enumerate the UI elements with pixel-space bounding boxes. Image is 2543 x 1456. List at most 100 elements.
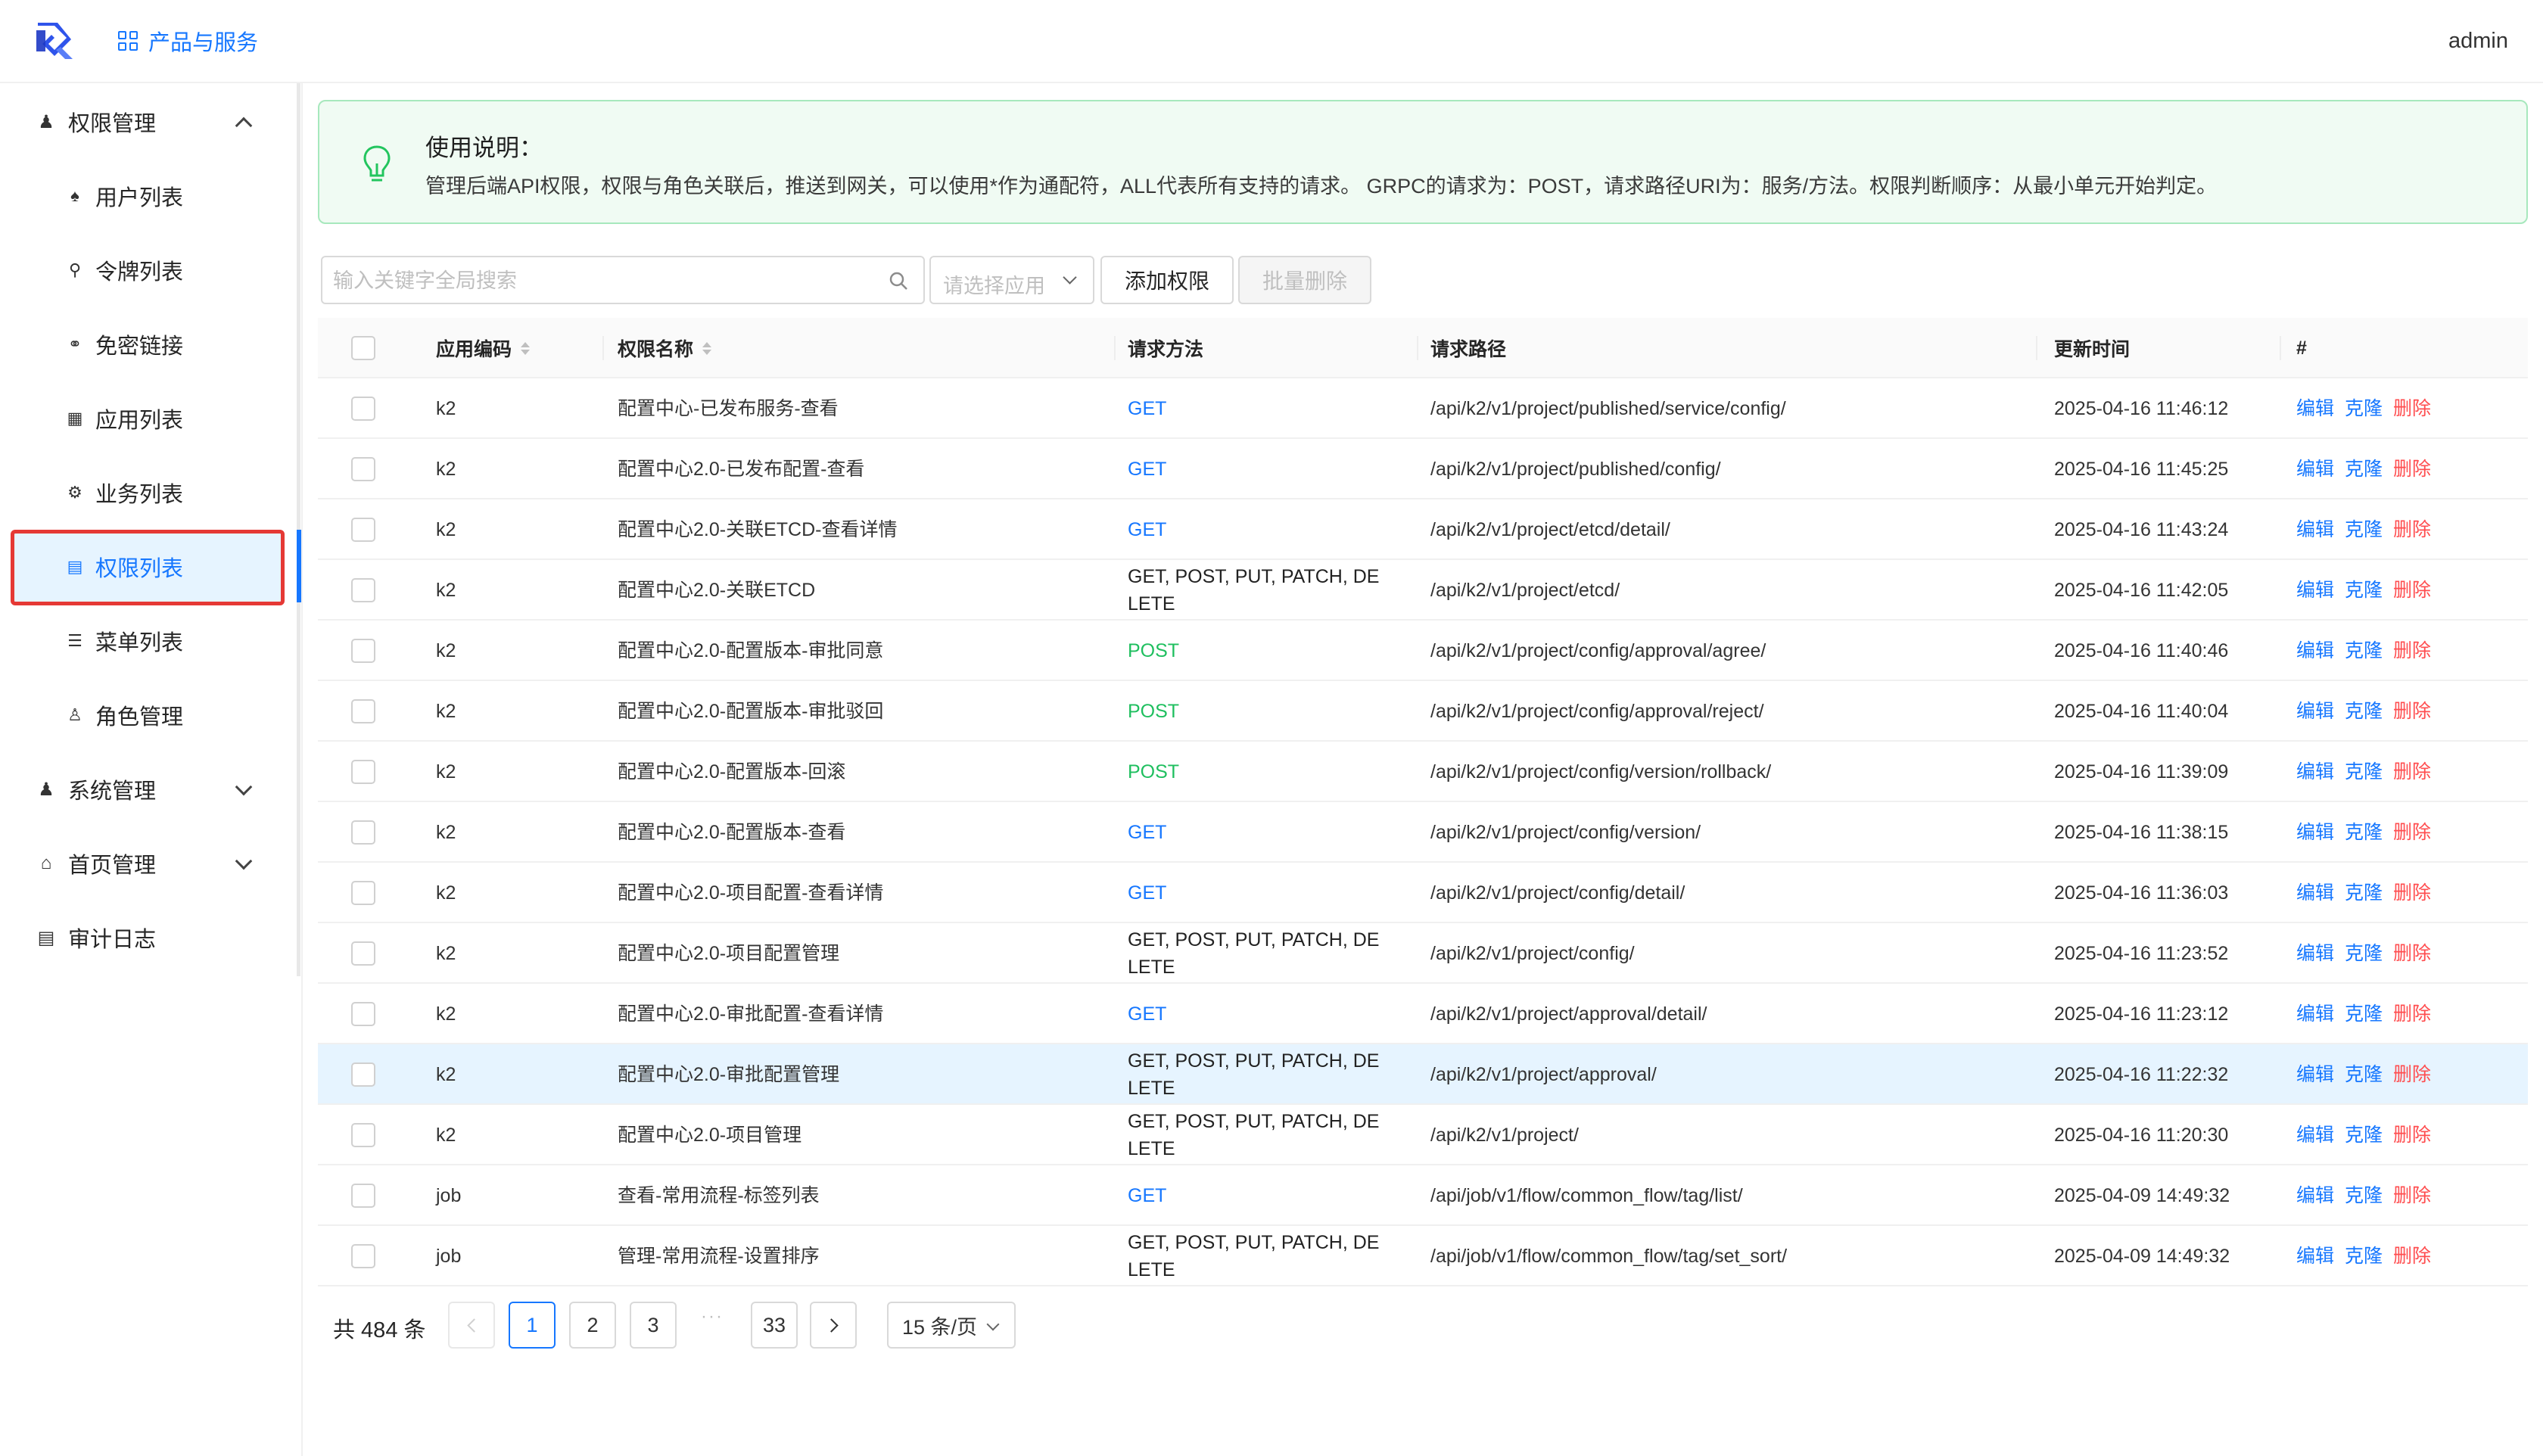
delete-link[interactable]: 删除 (2393, 879, 2431, 907)
clone-link[interactable]: 克隆 (2345, 1243, 2383, 1270)
table-row[interactable]: k2 配置中心2.0-审批配置-查看详情 GET/api/k2/v1/project… (318, 984, 2528, 1044)
clone-link[interactable]: 克隆 (2345, 758, 2383, 786)
row-checkbox[interactable] (351, 578, 375, 602)
row-checkbox[interactable] (351, 397, 375, 421)
clone-link[interactable]: 克隆 (2345, 819, 2383, 846)
row-checkbox[interactable] (351, 941, 375, 966)
table-row[interactable]: k2 配置中心2.0-配置版本-回滚 POST/api/k2/v1/project/… (318, 742, 2528, 802)
table-row[interactable]: k2 配置中心2.0-配置版本-查看 GET/api/k2/v1/project/c… (318, 802, 2528, 863)
table-row[interactable]: k2 配置中心2.0-配置版本-审批驳回 POST/api/k2/v1/projec… (318, 681, 2528, 742)
table-row[interactable]: k2 配置中心2.0-项目配置-查看详情 GET/api/k2/v1/project… (318, 863, 2528, 923)
edit-link[interactable]: 编辑 (2296, 1122, 2334, 1149)
clone-link[interactable]: 克隆 (2345, 1061, 2383, 1088)
delete-link[interactable]: 删除 (2393, 758, 2431, 786)
table-row[interactable]: k2 配置中心2.0-关联ETCD GET, POST, PUT, PATCH, D… (318, 560, 2528, 621)
sidebar-item-menus[interactable]: ☰ 菜单列表 (0, 604, 303, 678)
edit-link[interactable]: 编辑 (2296, 940, 2334, 967)
row-checkbox[interactable] (351, 760, 375, 784)
delete-link[interactable]: 删除 (2393, 698, 2431, 725)
column-app-code[interactable]: 应用编码 (436, 318, 531, 378)
edit-link[interactable]: 编辑 (2296, 819, 2334, 846)
bulk-delete-button[interactable]: 批量删除 (1238, 256, 1371, 304)
user-menu[interactable]: admin (2448, 29, 2508, 54)
edit-link[interactable]: 编辑 (2296, 698, 2334, 725)
page-3-button[interactable]: 3 (630, 1302, 677, 1349)
clone-link[interactable]: 克隆 (2345, 577, 2383, 604)
table-row[interactable]: job 查看-常用流程-标签列表 GET/api/job/v1/flow/commo… (318, 1165, 2528, 1226)
edit-link[interactable]: 编辑 (2296, 577, 2334, 604)
clone-link[interactable]: 克隆 (2345, 456, 2383, 483)
clone-link[interactable]: 克隆 (2345, 1122, 2383, 1149)
sidebar-item-tokens[interactable]: ⚲ 令牌列表 (0, 233, 303, 307)
row-checkbox[interactable] (351, 820, 375, 845)
clone-link[interactable]: 克隆 (2345, 516, 2383, 543)
clone-link[interactable]: 克隆 (2345, 698, 2383, 725)
row-checkbox[interactable] (351, 1244, 375, 1268)
next-page-button[interactable] (810, 1302, 857, 1349)
delete-link[interactable]: 删除 (2393, 577, 2431, 604)
sidebar-item-permissions[interactable]: ▤ 权限列表 (0, 530, 303, 604)
row-checkbox[interactable] (351, 457, 375, 481)
delete-link[interactable]: 删除 (2393, 456, 2431, 483)
page-ellipsis[interactable]: ··· (701, 1306, 724, 1327)
delete-link[interactable]: 删除 (2393, 1122, 2431, 1149)
table-row[interactable]: job 管理-常用流程-设置排序 GET, POST, PUT, PATCH, DE… (318, 1226, 2528, 1286)
row-checkbox[interactable] (351, 699, 375, 723)
table-row[interactable]: k2 配置中心2.0-项目管理 GET, POST, PUT, PATCH, DEL… (318, 1105, 2528, 1165)
logo-icon[interactable] (32, 18, 77, 64)
row-checkbox[interactable] (351, 1123, 375, 1147)
edit-link[interactable]: 编辑 (2296, 395, 2334, 422)
row-checkbox[interactable] (351, 518, 375, 542)
sidebar-group-audit[interactable]: ▤ 审计日志 (0, 901, 303, 975)
delete-link[interactable]: 删除 (2393, 819, 2431, 846)
column-permission-name[interactable]: 权限名称 (618, 318, 712, 378)
clone-link[interactable]: 克隆 (2345, 395, 2383, 422)
edit-link[interactable]: 编辑 (2296, 758, 2334, 786)
sidebar-group-system[interactable]: ♟ 系统管理 (0, 752, 303, 826)
clone-link[interactable]: 克隆 (2345, 940, 2383, 967)
page-size-select[interactable]: 15 条/页 (887, 1302, 1016, 1349)
table-row[interactable]: k2 配置中心2.0-配置版本-审批同意 POST/api/k2/v1/projec… (318, 621, 2528, 681)
sidebar-item-users[interactable]: ♠ 用户列表 (0, 159, 303, 233)
table-row[interactable]: k2 配置中心-已发布服务-查看 GET/api/k2/v1/project/pub… (318, 378, 2528, 439)
page-1-button[interactable]: 1 (509, 1302, 556, 1349)
row-checkbox[interactable] (351, 1062, 375, 1087)
clone-link[interactable]: 克隆 (2345, 637, 2383, 664)
delete-link[interactable]: 删除 (2393, 1182, 2431, 1209)
clone-link[interactable]: 克隆 (2345, 1182, 2383, 1209)
edit-link[interactable]: 编辑 (2296, 516, 2334, 543)
page-last-button[interactable]: 33 (751, 1302, 798, 1349)
row-checkbox[interactable] (351, 639, 375, 663)
table-row[interactable]: k2 配置中心2.0-已发布配置-查看 GET/api/k2/v1/project/… (318, 439, 2528, 499)
sort-icon[interactable] (521, 341, 531, 355)
edit-link[interactable]: 编辑 (2296, 456, 2334, 483)
select-all-checkbox[interactable] (351, 336, 375, 360)
delete-link[interactable]: 删除 (2393, 1000, 2431, 1028)
delete-link[interactable]: 删除 (2393, 1061, 2431, 1088)
edit-link[interactable]: 编辑 (2296, 1243, 2334, 1270)
edit-link[interactable]: 编辑 (2296, 1000, 2334, 1028)
search-icon[interactable] (889, 271, 908, 291)
sidebar-group-home[interactable]: ⌂ 首页管理 (0, 826, 303, 901)
delete-link[interactable]: 删除 (2393, 395, 2431, 422)
edit-link[interactable]: 编辑 (2296, 879, 2334, 907)
sidebar-item-roles[interactable]: ♙ 角色管理 (0, 678, 303, 752)
products-services-menu[interactable]: 产品与服务 (118, 26, 258, 56)
add-permission-button[interactable]: 添加权限 (1100, 256, 1234, 304)
clone-link[interactable]: 克隆 (2345, 879, 2383, 907)
delete-link[interactable]: 删除 (2393, 516, 2431, 543)
sort-icon[interactable] (702, 341, 712, 355)
search-input[interactable] (333, 266, 863, 295)
prev-page-button[interactable] (448, 1302, 495, 1349)
page-2-button[interactable]: 2 (569, 1302, 616, 1349)
app-select[interactable]: 请选择应用 (929, 256, 1094, 304)
sidebar-group-permission[interactable]: ♟ 权限管理 (0, 85, 303, 159)
clone-link[interactable]: 克隆 (2345, 1000, 2383, 1028)
table-row[interactable]: k2 配置中心2.0-关联ETCD-查看详情 GET/api/k2/v1/proje… (318, 499, 2528, 560)
delete-link[interactable]: 删除 (2393, 1243, 2431, 1270)
delete-link[interactable]: 删除 (2393, 637, 2431, 664)
edit-link[interactable]: 编辑 (2296, 1182, 2334, 1209)
row-checkbox[interactable] (351, 1002, 375, 1026)
sidebar-item-apps[interactable]: ▦ 应用列表 (0, 381, 303, 456)
sidebar-item-business[interactable]: ⚙ 业务列表 (0, 456, 303, 530)
